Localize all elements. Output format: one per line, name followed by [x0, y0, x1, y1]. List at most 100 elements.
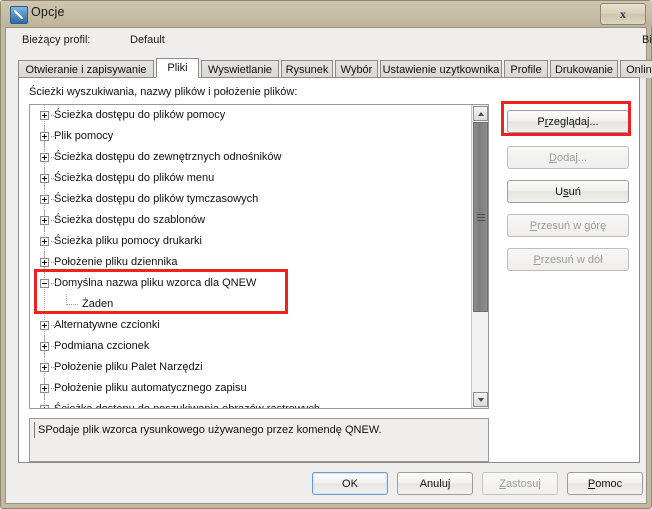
tree-item-label: Żaden [82, 298, 114, 310]
options-dialog-window: Opcje x Bieżący profil: Default Bieżący … [0, 0, 652, 509]
tree-item-label: Ścieżka dostępu do plików pomocy [54, 109, 226, 121]
tab-pliki[interactable]: Pliki [156, 58, 199, 78]
expand-icon[interactable] [40, 111, 49, 120]
tab-label: Online [626, 63, 652, 76]
tree-item-label: Ścieżka dostępu do poszukiwania obrazów … [54, 403, 320, 408]
button-label: Przeglądaj... [537, 115, 599, 128]
tree-item[interactable]: Ścieżka dostępu do szablonów [30, 210, 471, 231]
current-profile-value: Default [130, 34, 165, 46]
tree-connector-dash [51, 220, 56, 222]
description-text: SPodaje plik wzorca rysunkowego używaneg… [38, 424, 382, 436]
button-label: OK [342, 477, 358, 490]
tree-item[interactable]: Ścieżka dostępu do plików menu [30, 168, 471, 189]
expand-icon[interactable] [40, 132, 49, 141]
usuń-button[interactable]: Usuń [507, 180, 629, 203]
close-button[interactable]: x [600, 3, 646, 25]
tab-label: Ustawienie uzytkownika [382, 63, 500, 76]
tree-item[interactable]: Ścieżka dostępu do poszukiwania obrazów … [30, 399, 471, 408]
tree-item-label: Ścieżka dostępu do plików tymczasowych [54, 193, 259, 205]
tab-rysunek[interactable]: Rysunek [281, 60, 333, 78]
tab-drukowanie[interactable]: Drukowanie [550, 60, 618, 78]
window-title: Opcje [31, 5, 65, 19]
expand-icon[interactable] [40, 405, 49, 408]
tree-item[interactable]: Ścieżka pliku pomocy drukarki [30, 231, 471, 252]
tree-item[interactable]: Podmiana czcionek [30, 336, 471, 357]
tree-vertical-scrollbar[interactable] [471, 105, 488, 408]
tree-item-label: Plik pomocy [54, 130, 114, 142]
tree-connector-dash [66, 304, 78, 306]
tree-connector-dash [51, 346, 56, 348]
expand-icon[interactable] [40, 216, 49, 225]
tree-connector-dash [51, 367, 56, 369]
scroll-up-button[interactable] [473, 106, 488, 121]
tab-wyswietlanie[interactable]: Wyswietlanie [201, 60, 279, 78]
description-box: SPodaje plik wzorca rysunkowego używaneg… [29, 418, 489, 462]
expand-icon[interactable] [40, 363, 49, 372]
tab-label: Rysunek [285, 63, 329, 76]
tree-item[interactable]: Ścieżka dostępu do zewnętrznych odnośnik… [30, 147, 471, 168]
tree-connector-dash [51, 388, 56, 390]
tree-item[interactable]: Domyślna nazwa pliku wzorca dla QNEW [30, 273, 471, 294]
button-label: Anuluj [419, 477, 451, 490]
tree-item-label: Położenie pliku Palet Narzędzi [54, 361, 203, 373]
tree-item-label: Alternatywne czcionki [54, 319, 160, 331]
expand-icon[interactable] [40, 342, 49, 351]
tree-item-label: Ścieżka dostępu do zewnętrznych odnośnik… [54, 151, 282, 163]
current-profile-label: Bieżący profil: [22, 34, 91, 46]
tree-connector-dash [51, 115, 56, 117]
tree-connector-dash [51, 157, 56, 159]
tree-item[interactable]: Żaden [30, 294, 471, 315]
tree-item[interactable]: Alternatywne czcionki [30, 315, 471, 336]
tree-item[interactable]: Położenie pliku Palet Narzędzi [30, 357, 471, 378]
anuluj-button[interactable]: Anuluj [397, 472, 473, 495]
tree-connector-dash [51, 136, 56, 138]
expand-icon[interactable] [40, 153, 49, 162]
button-label: Pomoc [587, 477, 623, 490]
przesuń-w-górę-button: Przesuń w górę [507, 214, 629, 237]
tree-item[interactable]: Położenie pliku automatycznego zapisu [30, 378, 471, 399]
button-label: Zastosuj [499, 477, 541, 490]
tree-connector-dash [51, 241, 56, 243]
expand-icon[interactable] [40, 321, 49, 330]
tree-item-label: Domyślna nazwa pliku wzorca dla QNEW [54, 277, 257, 289]
tab-wyb-r[interactable]: Wybór [335, 60, 378, 78]
collapse-icon[interactable] [40, 279, 49, 288]
scroll-down-button[interactable] [473, 392, 488, 407]
expand-icon[interactable] [40, 258, 49, 267]
ok-button[interactable]: OK [312, 472, 388, 495]
pomoc-button[interactable]: Pomoc [567, 472, 643, 495]
dodaj-button: Dodaj... [507, 146, 629, 169]
tab-ustawienie-uzytkownika[interactable]: Ustawienie uzytkownika [380, 60, 502, 78]
tree-item-label: Ścieżka dostępu do szablonów [54, 214, 206, 226]
tree-item[interactable]: Plik pomocy [30, 126, 471, 147]
tree-connector-dash [51, 262, 56, 264]
tab-otwieranie-i-zapisywanie[interactable]: Otwieranie i zapisywanie [18, 60, 154, 78]
tree-connector-dash [51, 199, 56, 201]
tree-item[interactable]: Położenie pliku dziennika [30, 252, 471, 273]
tab-label: Profile [510, 63, 542, 76]
expand-icon[interactable] [40, 174, 49, 183]
dialog-body: Bieżący profil: Default Bieżący rysunek:… [5, 27, 652, 504]
close-icon: x [620, 6, 626, 21]
tab-label: Wyswietlanie [207, 63, 273, 76]
scrollbar-thumb[interactable] [473, 122, 488, 312]
search-paths-tree[interactable]: Ścieżka dostępu do plików pomocy Plik pom… [29, 104, 489, 409]
tree-connector-dash [51, 283, 56, 285]
tree-item-label: Ścieżka dostępu do plików menu [54, 172, 215, 184]
tree-item-label: Podmiana czcionek [54, 340, 150, 352]
tree-item[interactable]: Ścieżka dostępu do plików pomocy [30, 105, 471, 126]
expand-icon[interactable] [40, 195, 49, 204]
tab-profile[interactable]: Profile [504, 60, 548, 78]
expand-icon[interactable] [40, 384, 49, 393]
scrollbar-grip-icon [477, 214, 485, 221]
tab-label: Otwieranie i zapisywanie [25, 63, 147, 76]
przeglądaj-button[interactable]: Przeglądaj... [507, 110, 629, 133]
tree-item[interactable]: Ścieżka dostępu do plików tymczasowych [30, 189, 471, 210]
text-caret [34, 422, 35, 438]
expand-icon[interactable] [40, 237, 49, 246]
tab-online[interactable]: Online [620, 60, 652, 78]
tab-label: Pliki [167, 62, 188, 74]
button-label: Usuń [555, 185, 581, 198]
current-drawing-label: Bieżący rysunek: [642, 34, 652, 46]
tree-connector-dash [51, 325, 56, 327]
